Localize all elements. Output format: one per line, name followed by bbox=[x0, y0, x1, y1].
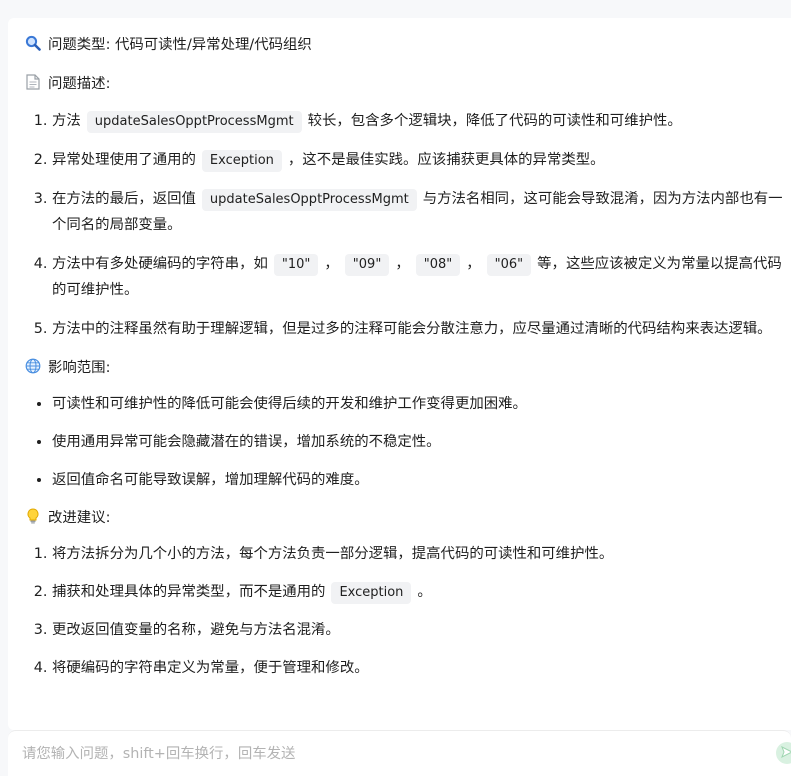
separator-text: ， bbox=[395, 256, 410, 272]
document-icon bbox=[24, 73, 42, 91]
impact-heading-text: 影响范围: bbox=[48, 359, 111, 376]
separator-text: ， bbox=[324, 256, 339, 272]
send-button[interactable] bbox=[776, 742, 791, 764]
inline-code: updateSalesOpptProcessMgmt bbox=[201, 189, 417, 211]
inline-code: updateSalesOpptProcessMgmt bbox=[86, 111, 302, 133]
list-item: 使用通用异常可能会隐藏潜在的错误，增加系统的不稳定性。 bbox=[52, 429, 791, 455]
inline-code: Exception bbox=[201, 150, 282, 172]
list-item-text: 方法 bbox=[52, 113, 81, 129]
impact-list: 可读性和可维护性的降低可能会使得后续的开发和维护工作变得更加困难。 使用通用异常… bbox=[24, 391, 791, 493]
lightbulb-icon bbox=[24, 507, 42, 525]
issue-type-text: 问题类型: 代码可读性/异常处理/代码组织 bbox=[48, 36, 312, 53]
list-item-text: 方法中的注释虽然有助于理解逻辑，但是过多的注释可能会分散注意力，应尽量通过清晰的… bbox=[52, 321, 772, 337]
chat-message-card: 问题类型: 代码可读性/异常处理/代码组织 问题描述: 方法 updateSale… bbox=[8, 18, 791, 730]
description-list: 方法 updateSalesOpptProcessMgmt 较长，包含多个逻辑块，降… bbox=[24, 108, 791, 342]
list-item-text: 将硬编码的字符串定义为常量，便于管理和修改。 bbox=[52, 660, 369, 676]
list-item-text: 异常处理使用了通用的 bbox=[52, 152, 196, 168]
list-item: 方法中的注释虽然有助于理解逻辑，但是过多的注释可能会分散注意力，应尽量通过清晰的… bbox=[52, 316, 791, 342]
list-item-text: 较长，包含多个逻辑块，降低了代码的可读性和可维护性。 bbox=[307, 113, 682, 129]
list-item-text: ，这不是最佳实践。应该捕获更具体的异常类型。 bbox=[287, 152, 605, 168]
issue-type-heading: 问题类型: 代码可读性/异常处理/代码组织 bbox=[24, 32, 791, 54]
list-item: 返回值命名可能导致误解，增加理解代码的难度。 bbox=[52, 467, 791, 493]
separator-text: ， bbox=[466, 256, 481, 272]
description-heading-text: 问题描述: bbox=[48, 75, 111, 92]
chat-input-bar bbox=[8, 730, 791, 776]
list-item: 方法中有多处硬编码的字符串，如"10"，"09"，"08"，"06"等，这些应该… bbox=[52, 251, 791, 303]
list-item: 异常处理使用了通用的 Exception ，这不是最佳实践。应该捕获更具体的异常类型… bbox=[52, 147, 791, 173]
list-item-text: 捕获和处理具体的异常类型，而不是通用的 bbox=[52, 584, 326, 600]
list-item: 在方法的最后，返回值updateSalesOpptProcessMgmt与方法名… bbox=[52, 186, 791, 238]
list-item: 可读性和可维护性的降低可能会使得后续的开发和维护工作变得更加困难。 bbox=[52, 391, 791, 417]
list-item: 方法 updateSalesOpptProcessMgmt 较长，包含多个逻辑块，降… bbox=[52, 108, 791, 134]
suggestions-list: 将方法拆分为几个小的方法，每个方法负责一部分逻辑，提高代码的可读性和可维护性。 … bbox=[24, 541, 791, 681]
send-icon bbox=[780, 744, 791, 763]
list-item: 将硬编码的字符串定义为常量，便于管理和修改。 bbox=[52, 655, 791, 681]
magnifier-icon bbox=[24, 34, 42, 52]
suggestions-heading-text: 改进建议: bbox=[48, 509, 111, 526]
impact-heading: 影响范围: bbox=[24, 355, 791, 377]
list-item: 更改返回值变量的名称，避免与方法名混淆。 bbox=[52, 617, 791, 643]
inline-code: Exception bbox=[331, 582, 412, 604]
inline-code: "06" bbox=[486, 254, 532, 276]
list-item-text: 在方法的最后，返回值 bbox=[52, 191, 196, 207]
list-item-text: 方法中有多处硬编码的字符串，如 bbox=[52, 256, 268, 272]
inline-code: "10" bbox=[273, 254, 319, 276]
chat-input[interactable] bbox=[20, 739, 764, 769]
list-item-text: 。 bbox=[417, 584, 432, 600]
suggestions-heading: 改进建议: bbox=[24, 505, 791, 527]
list-item: 捕获和处理具体的异常类型，而不是通用的 Exception 。 bbox=[52, 579, 791, 605]
inline-code: "09" bbox=[344, 254, 390, 276]
globe-icon bbox=[24, 357, 42, 375]
message-content: 问题类型: 代码可读性/异常处理/代码组织 问题描述: 方法 updateSale… bbox=[8, 18, 791, 681]
list-item: 将方法拆分为几个小的方法，每个方法负责一部分逻辑，提高代码的可读性和可维护性。 bbox=[52, 541, 791, 567]
list-item-text: 更改返回值变量的名称，避免与方法名混淆。 bbox=[52, 622, 340, 638]
description-heading: 问题描述: bbox=[24, 71, 791, 93]
inline-code: "08" bbox=[415, 254, 461, 276]
list-item-text: 将方法拆分为几个小的方法，每个方法负责一部分逻辑，提高代码的可读性和可维护性。 bbox=[52, 546, 614, 562]
